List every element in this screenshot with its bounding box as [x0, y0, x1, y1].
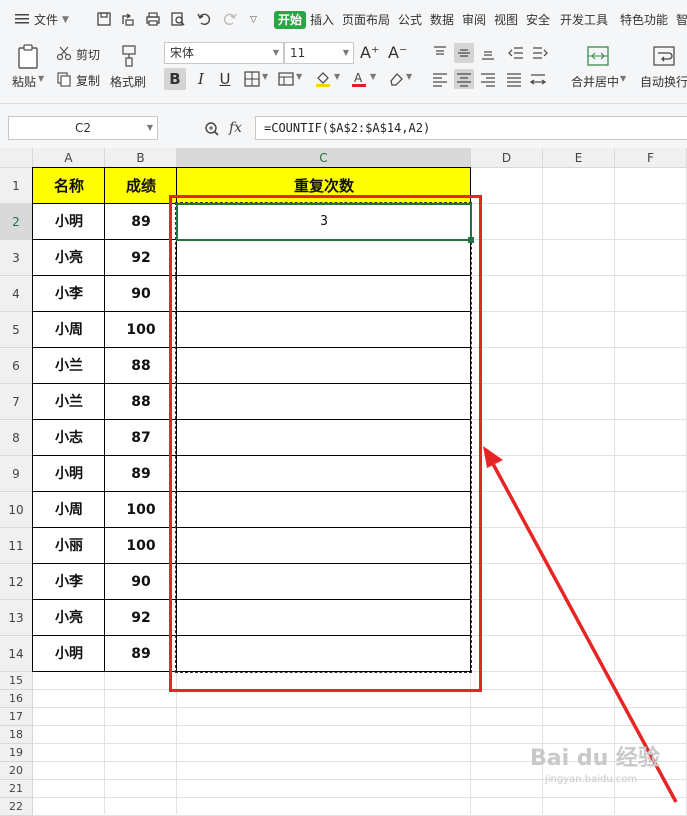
watermark-url: jingyan.baidu.com	[545, 774, 638, 785]
annotation-arrow	[483, 446, 678, 803]
watermark: Bai du 经验	[530, 746, 660, 771]
